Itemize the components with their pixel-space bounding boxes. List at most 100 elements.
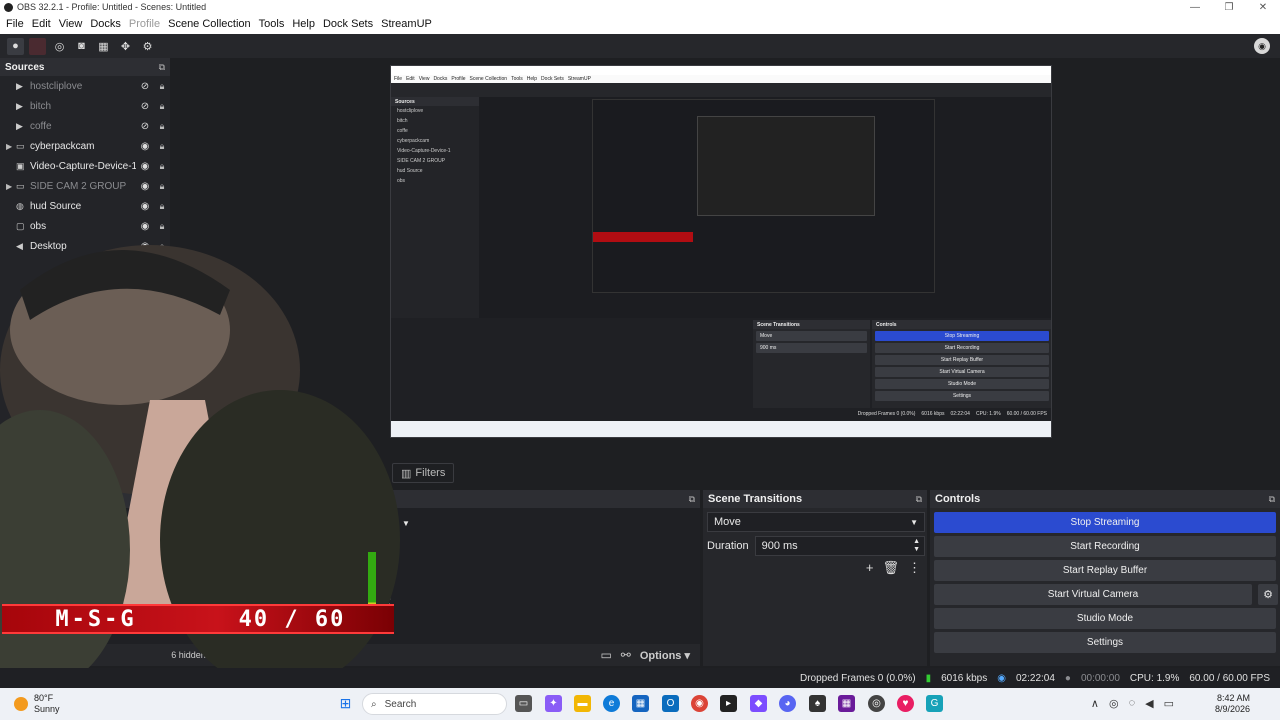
trash-icon[interactable]: 🗑︎ bbox=[21, 648, 36, 662]
undock-icon[interactable]: ⧉ bbox=[916, 494, 922, 505]
menu-view[interactable]: View bbox=[55, 18, 87, 30]
source-group-item[interactable]: ▶ ▭ SIDE CAM 2 GROUP ◉ 🔒︎ bbox=[0, 176, 170, 196]
start-replay-buffer-button[interactable]: Start Replay Buffer bbox=[934, 560, 1276, 581]
lock-icon[interactable]: 🔒︎ bbox=[154, 181, 170, 192]
chrome-icon[interactable]: ◉ bbox=[691, 695, 708, 712]
start-virtual-camera-button[interactable]: Start Virtual Camera bbox=[934, 584, 1252, 605]
copilot-icon[interactable]: ✦ bbox=[545, 695, 562, 712]
battery-icon[interactable]: ▭ bbox=[1164, 697, 1174, 710]
transition-select[interactable]: Move ▼ bbox=[707, 512, 925, 532]
expand-chevron-icon[interactable]: ▶ bbox=[6, 142, 16, 151]
windows-start-icon[interactable]: ⊞ bbox=[337, 695, 354, 712]
teal-app-icon[interactable]: G bbox=[926, 695, 943, 712]
source-item[interactable]: ▢ obs ◉ 🔒︎ bbox=[0, 216, 170, 236]
terminal-icon[interactable]: ▸ bbox=[720, 695, 737, 712]
options-button[interactable]: Options ▾ bbox=[640, 649, 690, 662]
program-preview[interactable]: File Edit View Docks Profile Scene Collection… bbox=[390, 65, 1052, 438]
eye-icon[interactable]: ◉ bbox=[136, 201, 154, 212]
filter-icon[interactable]: ▥ bbox=[45, 648, 56, 662]
lock-icon[interactable]: 🔒︎ bbox=[154, 81, 170, 92]
menu-edit[interactable]: Edit bbox=[28, 18, 55, 30]
menu-help[interactable]: Help bbox=[288, 18, 319, 30]
weather-widget[interactable]: 80°F Sunny bbox=[14, 693, 60, 715]
undock-icon[interactable]: ⧉ bbox=[159, 62, 165, 73]
source-group-item[interactable]: ▶ ▭ cyberpackcam ◉ 🔒︎ bbox=[0, 136, 170, 156]
add-icon[interactable]: + bbox=[866, 560, 874, 576]
source-item[interactable]: ◀ Desktop ◉ 🔒︎ bbox=[0, 236, 170, 256]
pin-app-icon[interactable]: ♥ bbox=[897, 695, 914, 712]
menu-file[interactable]: File bbox=[2, 18, 28, 30]
layout-icon[interactable]: ▭ bbox=[600, 648, 611, 662]
system-clock[interactable]: 8:42 AM 8/9/2026 bbox=[1215, 693, 1250, 715]
file-explorer-icon[interactable]: ▬ bbox=[574, 695, 591, 712]
maximize-button[interactable]: ❐ bbox=[1212, 0, 1246, 14]
obs-taskbar-icon[interactable]: ◎ bbox=[868, 695, 885, 712]
tab-filters[interactable]: ▥ Filters bbox=[392, 463, 455, 483]
undock-icon[interactable]: ⧉ bbox=[689, 494, 695, 505]
replay-icon[interactable]: ◎ bbox=[51, 38, 68, 55]
eye-icon[interactable]: ◉ bbox=[136, 241, 154, 252]
settings-button[interactable]: Settings bbox=[934, 632, 1276, 653]
virtual-camera-settings-icon[interactable]: ⚙ bbox=[1258, 584, 1278, 605]
studio-mode-button[interactable]: Studio Mode bbox=[934, 608, 1276, 629]
lock-icon[interactable]: 🔒︎ bbox=[154, 121, 170, 132]
outlook-icon[interactable]: O bbox=[662, 695, 679, 712]
move-down-icon[interactable]: ∨ bbox=[83, 648, 92, 662]
lock-icon[interactable]: 🔒︎ bbox=[154, 241, 170, 252]
link-icon[interactable]: ⚯ bbox=[621, 648, 631, 662]
discord-icon[interactable]: ◕ bbox=[779, 695, 796, 712]
more-icon[interactable]: ⋮ bbox=[908, 560, 921, 576]
source-item[interactable]: ◍ hud Source ◉ 🔒︎ bbox=[0, 196, 170, 216]
task-view-icon[interactable]: ▭ bbox=[515, 695, 532, 712]
close-button[interactable]: ✕ bbox=[1246, 0, 1280, 14]
game-icon[interactable]: ♠ bbox=[809, 695, 826, 712]
record-status-icon[interactable] bbox=[29, 37, 46, 55]
taskbar-search[interactable]: ⌕ Search bbox=[362, 693, 507, 715]
minimize-button[interactable]: — bbox=[1178, 0, 1212, 14]
stop-streaming-button[interactable]: Stop Streaming bbox=[934, 512, 1276, 533]
eye-hidden-icon[interactable]: ⊘ bbox=[136, 101, 154, 112]
lock-icon[interactable]: 🔒︎ bbox=[154, 201, 170, 212]
edge-icon[interactable]: e bbox=[603, 695, 620, 712]
app-icon[interactable]: ◆ bbox=[750, 695, 767, 712]
stream-status-icon[interactable]: ● bbox=[7, 37, 24, 55]
move-up-icon[interactable]: ∧ bbox=[66, 648, 75, 662]
dropdown-arrow-icon[interactable]: ▼ bbox=[402, 519, 410, 528]
gear-icon[interactable]: ⚙ bbox=[139, 38, 156, 55]
eye-icon[interactable]: ◉ bbox=[136, 161, 154, 172]
spinner-icon[interactable]: ▲ ▼ bbox=[913, 538, 920, 554]
duration-input[interactable]: 900 ms ▲ ▼ bbox=[754, 536, 925, 556]
store-icon[interactable]: ▦ bbox=[632, 695, 649, 712]
menu-tools[interactable]: Tools bbox=[255, 18, 289, 30]
streamup-icon[interactable]: ◉ bbox=[1254, 38, 1270, 54]
menu-scene-collection[interactable]: Scene Collection bbox=[164, 18, 255, 30]
grid-app-icon[interactable]: ▦ bbox=[838, 695, 855, 712]
undock-icon[interactable]: ⧉ bbox=[1269, 494, 1275, 505]
menu-profile[interactable]: Profile bbox=[125, 18, 164, 30]
lock-icon[interactable]: 🔒︎ bbox=[154, 221, 170, 232]
eye-icon[interactable]: ◉ bbox=[136, 221, 154, 232]
menu-docks[interactable]: Docks bbox=[86, 18, 125, 30]
source-item[interactable]: ▶ hostcliplove ⊘ 🔒︎ bbox=[0, 76, 170, 96]
lock-icon[interactable]: 🔒︎ bbox=[154, 101, 170, 112]
speaker-icon[interactable]: ◀ bbox=[1145, 697, 1153, 710]
lock-icon[interactable]: 🔒︎ bbox=[154, 161, 170, 172]
grid-icon[interactable]: ▦ bbox=[95, 38, 112, 55]
eye-hidden-icon[interactable]: ⊘ bbox=[136, 121, 154, 132]
camera-icon[interactable]: ◙ bbox=[73, 38, 90, 55]
add-icon[interactable]: + bbox=[5, 648, 12, 662]
trash-icon[interactable]: 🗑︎ bbox=[882, 560, 899, 576]
expand-chevron-icon[interactable]: ▶ bbox=[6, 182, 16, 191]
network-icon[interactable]: ◌ bbox=[1129, 697, 1136, 710]
lock-icon[interactable]: 🔒︎ bbox=[154, 141, 170, 152]
plugin-icon[interactable]: ✥ bbox=[117, 38, 134, 55]
eye-icon[interactable]: ◉ bbox=[136, 181, 154, 192]
start-recording-button[interactable]: Start Recording bbox=[934, 536, 1276, 557]
source-item[interactable]: ▶ bitch ⊘ 🔒︎ bbox=[0, 96, 170, 116]
eye-icon[interactable]: ◉ bbox=[136, 141, 154, 152]
menu-dock-sets[interactable]: Dock Sets bbox=[319, 18, 377, 30]
eye-hidden-icon[interactable]: ⊘ bbox=[136, 81, 154, 92]
tray-app-icon[interactable]: ◎ bbox=[1109, 697, 1119, 710]
source-item[interactable]: ▶ coffe ⊘ 🔒︎ bbox=[0, 116, 170, 136]
chevron-up-icon[interactable]: ∧ bbox=[1091, 697, 1099, 710]
